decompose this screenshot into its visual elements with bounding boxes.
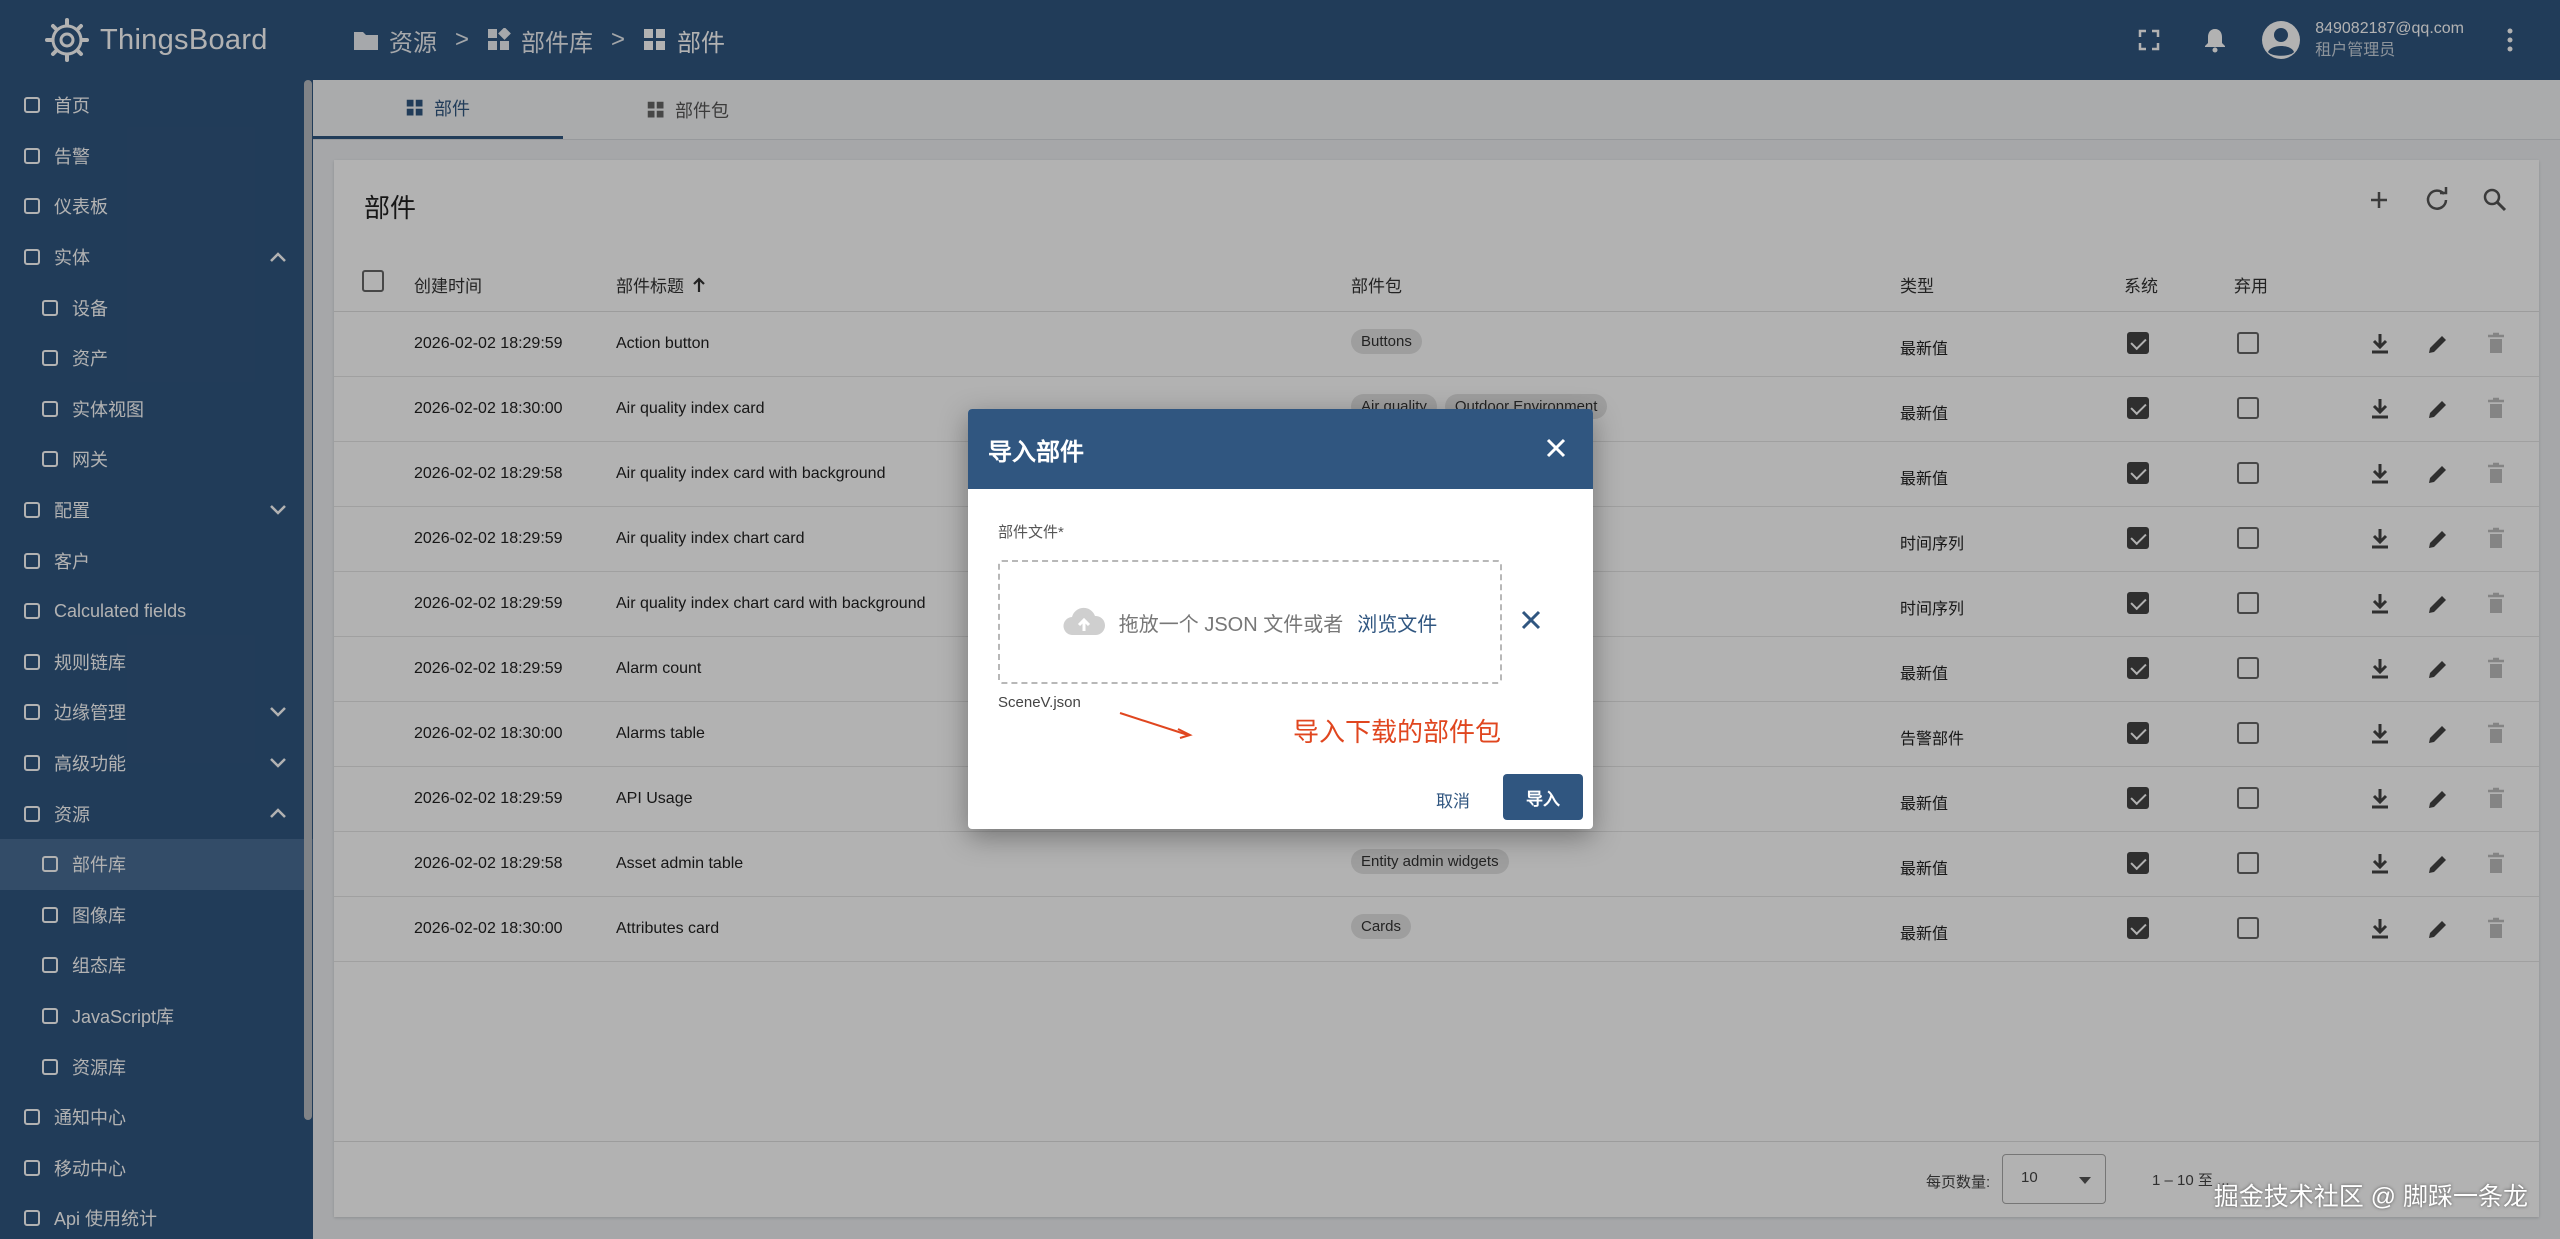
dialog-header: 导入部件 — [968, 409, 1593, 489]
dropzone-text: 拖放一个 JSON 文件或者 — [1118, 613, 1344, 636]
annotation-text: 导入下载的部件包 — [1293, 717, 1502, 747]
dialog-title: 导入部件 — [988, 438, 1084, 466]
close-icon[interactable] — [1545, 437, 1567, 459]
watermark: 掘金技术社区 @ 脚踩一条龙 — [2213, 1183, 2528, 1211]
file-field-label: 部件文件* — [998, 524, 1064, 541]
annotation-arrow — [1119, 712, 1193, 739]
file-dropzone[interactable]: 拖放一个 JSON 文件或者 浏览文件 — [998, 560, 1502, 684]
cloud-upload-icon — [1063, 607, 1105, 636]
browse-file-link[interactable]: 浏览文件 — [1357, 608, 1437, 637]
cancel-button[interactable]: 取消 — [1436, 787, 1470, 812]
selected-file-name: SceneV.json — [998, 694, 1081, 711]
import-widget-dialog: 导入部件 部件文件* 拖放一个 JSON 文件或者 浏览文件 SceneV.js… — [968, 409, 1593, 829]
import-button[interactable]: 导入 — [1503, 774, 1583, 820]
clear-file-icon[interactable] — [1520, 609, 1542, 631]
